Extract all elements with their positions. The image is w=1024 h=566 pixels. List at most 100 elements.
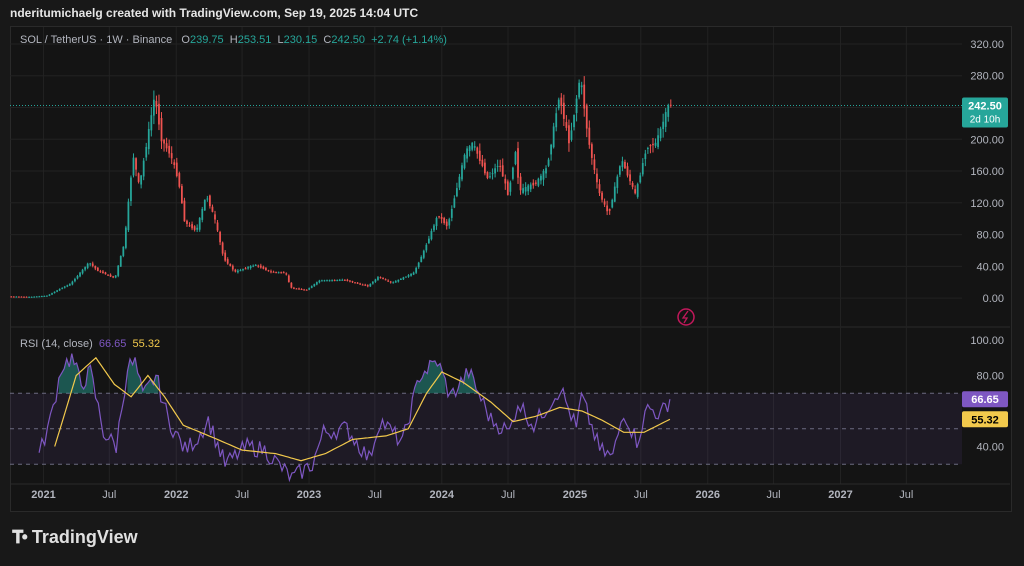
candle-body bbox=[231, 265, 234, 270]
x-tick-label: Jul bbox=[501, 489, 515, 501]
price-tick-label: 320.00 bbox=[970, 39, 1004, 51]
candle-body bbox=[86, 263, 89, 268]
candle-body bbox=[669, 104, 672, 106]
candle-body bbox=[542, 170, 545, 180]
candle-body bbox=[484, 162, 486, 174]
candle-body bbox=[84, 267, 87, 270]
candle-body bbox=[583, 84, 586, 109]
candle-body bbox=[114, 275, 117, 278]
candle-body bbox=[30, 296, 33, 298]
candle-body bbox=[489, 176, 491, 178]
candle-body bbox=[374, 279, 377, 282]
candle-body bbox=[295, 288, 298, 290]
tradingview-logo-text: TradingView bbox=[31, 527, 138, 547]
candle-body bbox=[99, 271, 102, 273]
candle-body bbox=[657, 135, 659, 148]
candle-body bbox=[257, 265, 260, 267]
candle-body bbox=[555, 113, 558, 128]
candle-body bbox=[417, 262, 420, 268]
candle-body bbox=[76, 275, 79, 279]
rsi-legend-value: 66.65 bbox=[98, 338, 127, 350]
candle-body bbox=[580, 85, 583, 88]
candle-body bbox=[165, 143, 168, 149]
candle-body bbox=[275, 272, 277, 274]
candle-body bbox=[448, 219, 451, 226]
candle-body bbox=[575, 98, 578, 114]
symbol-label[interactable]: SOL / TetherUS · 1W · Binance bbox=[20, 34, 172, 46]
price-legend: SOL / TetherUS · 1W · Binance O239.75 H2… bbox=[20, 34, 447, 46]
candle-body bbox=[109, 274, 112, 277]
candle-body bbox=[652, 143, 654, 146]
candle-body bbox=[61, 287, 64, 289]
candle-body bbox=[410, 273, 412, 276]
candle-body bbox=[361, 284, 364, 286]
candle-body bbox=[145, 146, 148, 158]
candle-body bbox=[140, 175, 143, 185]
candle-body bbox=[501, 165, 504, 177]
candle-body bbox=[573, 115, 575, 128]
candle-body bbox=[486, 172, 489, 179]
candle-body bbox=[601, 192, 603, 200]
candle-body bbox=[529, 184, 532, 190]
candle-body bbox=[25, 296, 28, 298]
x-tick-label: 2026 bbox=[695, 489, 719, 501]
candle-body bbox=[450, 208, 453, 218]
candle-body bbox=[237, 270, 239, 273]
candle-body bbox=[629, 174, 631, 182]
candle-body bbox=[265, 267, 267, 271]
candle-body bbox=[135, 158, 137, 170]
candle-body bbox=[425, 244, 428, 251]
rsi-ma-legend-value: 55.32 bbox=[132, 338, 161, 350]
candle-body bbox=[252, 265, 255, 267]
candle-body bbox=[333, 280, 336, 282]
candle-body bbox=[458, 176, 461, 188]
candle-body bbox=[359, 283, 362, 285]
candle-body bbox=[180, 186, 183, 204]
rsi-tick-label: 40.00 bbox=[976, 442, 1004, 454]
candle-body bbox=[38, 296, 41, 298]
price-tick-label: 0.00 bbox=[983, 293, 1004, 305]
candle-body bbox=[142, 160, 145, 177]
candle-body bbox=[46, 295, 48, 297]
candle-body bbox=[262, 266, 265, 269]
candle-body bbox=[10, 296, 13, 298]
candle-body bbox=[593, 159, 596, 170]
candle-body bbox=[43, 295, 46, 297]
x-tick-label: Jul bbox=[102, 489, 116, 501]
price-tick-label: 200.00 bbox=[970, 134, 1004, 146]
candle-body bbox=[244, 268, 247, 270]
candle-body bbox=[644, 153, 647, 160]
candle-body bbox=[298, 288, 300, 290]
candle-body bbox=[667, 105, 670, 117]
candle-body bbox=[186, 220, 188, 224]
candle-body bbox=[461, 165, 463, 180]
candle-body bbox=[280, 272, 283, 274]
candle-body bbox=[422, 250, 425, 258]
candle-body bbox=[389, 281, 392, 283]
candle-body bbox=[349, 280, 351, 282]
x-tick-label: Jul bbox=[899, 489, 913, 501]
candle-body bbox=[198, 217, 201, 230]
candle-body bbox=[621, 161, 624, 168]
candle-body bbox=[160, 118, 163, 142]
candle-body bbox=[366, 285, 369, 287]
candle-body bbox=[104, 272, 107, 275]
candle-body bbox=[226, 259, 229, 264]
tradingview-logo[interactable]: 𝐓• TradingView bbox=[12, 527, 138, 548]
chart-canvas[interactable]: 2021 Jul 2022 Jul 2023 Jul 2024 Jul 2025 Jul 2026 J… bbox=[0, 0, 1024, 566]
candle-body bbox=[175, 162, 178, 176]
candle-body bbox=[354, 282, 356, 284]
candle-body bbox=[369, 283, 372, 287]
candle-body bbox=[522, 188, 524, 193]
price-tick-label: 120.00 bbox=[970, 198, 1004, 210]
candle-body bbox=[471, 142, 474, 150]
candle-body bbox=[305, 289, 308, 291]
open-value: 239.75 bbox=[189, 34, 224, 46]
candle-body bbox=[18, 296, 20, 298]
candle-body bbox=[379, 277, 382, 279]
candle-body bbox=[371, 281, 374, 284]
candle-body bbox=[504, 178, 507, 184]
candle-body bbox=[94, 266, 97, 269]
rsi-label[interactable]: RSI (14, close) bbox=[20, 338, 93, 350]
candle-body bbox=[557, 99, 560, 109]
